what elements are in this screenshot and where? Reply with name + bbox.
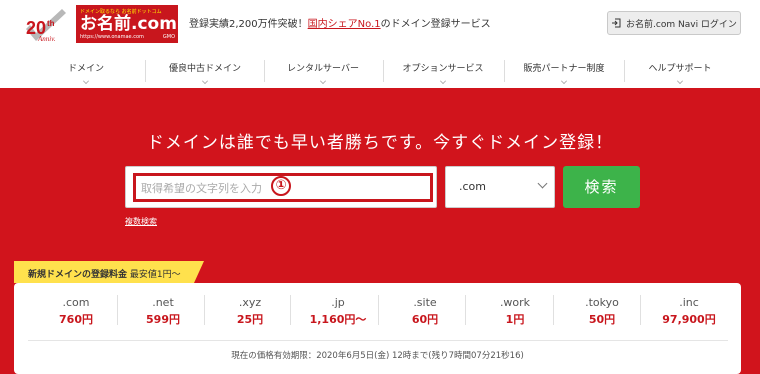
anniversary-text: Anniv. (37, 35, 56, 43)
price-item-net[interactable]: .net 599円 (118, 283, 208, 336)
price-value: 1円 (505, 313, 525, 326)
nav-item-label: ドメイン (67, 64, 104, 74)
price-tld: .net (152, 296, 174, 309)
price-divider (378, 295, 379, 325)
hero-title: ドメインは誰でも早い者勝ちです。今すぐドメイン登録！ (146, 133, 614, 153)
price-tld: .site (413, 296, 437, 309)
price-value: 599円 (146, 313, 180, 326)
price-panel: .com 760円 .net 599円 .xyz 25円 .jp 1,160円〜… (14, 283, 741, 374)
price-value: 97,900円 (662, 313, 716, 326)
navi-login-button[interactable]: お名前.com Navi ログイン (607, 11, 741, 35)
login-label: お名前.com Navi ログイン (626, 19, 737, 30)
anniversary-badge: 20 th Anniv. (24, 7, 70, 43)
nav-item-used-domain[interactable]: 優良中古ドメイン (160, 61, 250, 84)
chevron-down-icon (202, 78, 208, 84)
price-tld: .jp (331, 296, 345, 309)
price-item-com[interactable]: .com 760円 (31, 283, 121, 336)
chevron-down-icon (83, 78, 89, 84)
search-button[interactable]: 検索 (563, 166, 640, 208)
ribbon-subtitle: 最安値1円〜 (129, 270, 181, 280)
nav-divider (504, 60, 505, 82)
ribbon-text: 新規ドメインの登録料金 最安値1円〜 (28, 267, 181, 280)
price-divider (465, 295, 466, 325)
logo-url: https://www.onamae.com (80, 34, 144, 40)
nav-divider (145, 60, 146, 82)
tagline-prefix: 登録実績2,200万件突破！ (189, 19, 308, 30)
chevron-down-icon (320, 78, 326, 84)
nav-item-partner[interactable]: 販売パートナー制度 (514, 61, 614, 84)
price-divider (553, 295, 554, 325)
tagline-suffix: のドメイン登録サービス (380, 19, 491, 30)
price-item-jp[interactable]: .jp 1,160円〜 (293, 283, 383, 336)
logo-brand: GMO (162, 34, 175, 40)
price-value: 25円 (236, 313, 264, 326)
price-tld: .work (499, 296, 531, 309)
anniversary-suffix: th (47, 19, 55, 28)
nav-item-label: ヘルプサポート (648, 64, 712, 74)
header-tagline: 登録実績2,200万件突破！国内シェアNo.1のドメイン登録サービス (189, 15, 491, 30)
price-divider (290, 295, 291, 325)
nav-item-label: 優良中古ドメイン (168, 64, 241, 74)
nav-item-rental-server[interactable]: レンタルサーバー (277, 61, 369, 84)
domain-search-input[interactable]: 取得希望の文字列を入力 ① (125, 166, 437, 208)
price-ribbon: 新規ドメインの登録料金 最安値1円〜 (14, 261, 204, 285)
nav-item-domain[interactable]: ドメイン (58, 61, 114, 84)
price-item-work[interactable]: .work 1円 (470, 283, 560, 336)
chevron-down-icon (440, 78, 446, 84)
nav-item-label: 販売パートナー制度 (523, 64, 605, 74)
price-item-inc[interactable]: .inc 97,900円 (644, 283, 734, 336)
tagline-highlight-link[interactable]: 国内シェアNo.1 (308, 19, 381, 30)
tld-select[interactable]: .com (445, 166, 555, 208)
login-icon (612, 18, 621, 28)
main-nav: ドメイン 優良中古ドメイン レンタルサーバー オプションサービス 販売パートナー… (0, 50, 760, 88)
nav-item-help-support[interactable]: ヘルプサポート (638, 61, 722, 84)
price-value: 760円 (59, 313, 93, 326)
price-tld: .inc (679, 296, 699, 309)
price-value: 60円 (411, 313, 439, 326)
price-tld: .com (62, 296, 90, 309)
search-placeholder: 取得希望の文字列を入力 (141, 182, 262, 195)
nav-divider (624, 60, 625, 82)
nav-divider (383, 60, 384, 82)
price-value: 1,160円〜 (309, 313, 367, 326)
price-item-site[interactable]: .site 60円 (380, 283, 470, 336)
price-item-tokyo[interactable]: .tokyo 50円 (557, 283, 647, 336)
divider (28, 340, 728, 341)
chevron-down-icon (537, 178, 548, 189)
annotation-marker: ① (271, 176, 291, 196)
price-divider (640, 295, 641, 325)
price-tld: .xyz (238, 296, 262, 309)
ribbon-title: 新規ドメインの登録料金 (28, 270, 128, 280)
price-item-xyz[interactable]: .xyz 25円 (205, 283, 295, 336)
onamae-logo[interactable]: ドメイン取るなら お名前ドットコム お名前.com https://www.on… (76, 5, 178, 43)
nav-item-option-service[interactable]: オプションサービス (394, 61, 492, 84)
site-header: 20 th Anniv. ドメイン取るなら お名前ドットコム お名前.com h… (0, 0, 760, 50)
nav-divider (264, 60, 265, 82)
logo-text: お名前.com (80, 14, 177, 34)
nav-item-label: オプションサービス (402, 64, 484, 74)
nav-item-label: レンタルサーバー (287, 64, 359, 74)
price-tld: .tokyo (585, 296, 619, 309)
price-validity: 現在の価格有効期限：2020年6月5日(金) 12時まで(残り7時間07分21秒… (231, 351, 524, 361)
chevron-down-icon (677, 78, 683, 84)
price-value: 50円 (588, 313, 616, 326)
multi-search-link[interactable]: 複数検索 (125, 216, 157, 227)
chevron-down-icon (561, 78, 567, 84)
tld-selected-value: .com (459, 180, 486, 193)
